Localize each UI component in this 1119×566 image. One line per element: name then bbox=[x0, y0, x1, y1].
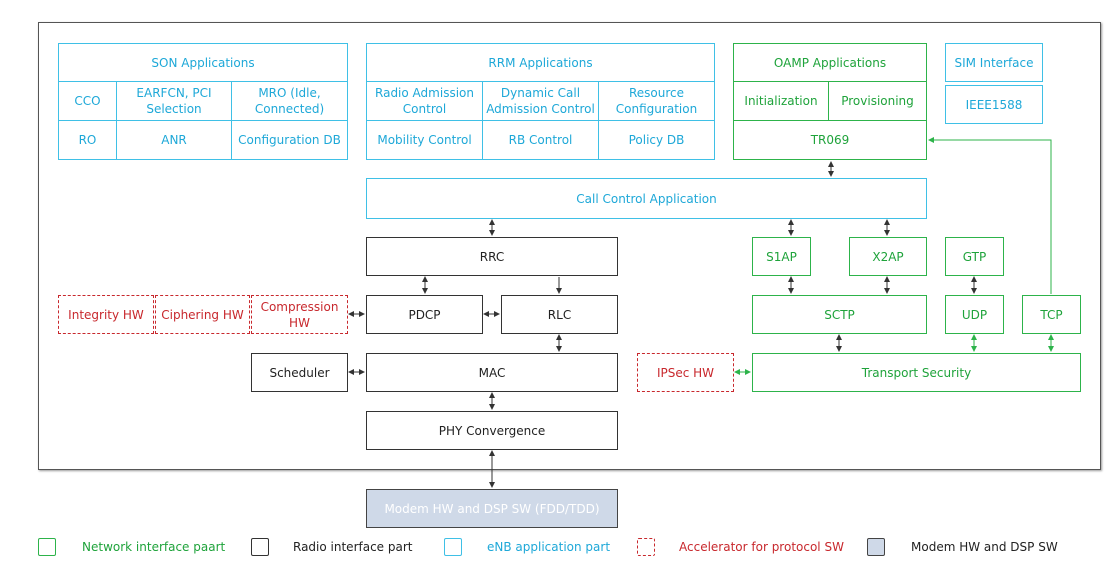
legend-accelerator-swatch bbox=[637, 538, 655, 556]
connector-arrows bbox=[348, 137, 1054, 488]
legend-network-label: Network interface paart bbox=[82, 540, 226, 554]
legend-modem-label: Modem HW and DSP SW bbox=[911, 540, 1058, 554]
legend-application-label: eNB application part bbox=[487, 540, 611, 554]
arrow-tcp-tr069 bbox=[928, 137, 1052, 294]
legend-modem-swatch bbox=[867, 538, 885, 556]
legend-radio-label: Radio interface part bbox=[293, 540, 413, 554]
legend-accelerator-label: Accelerator for protocol SW bbox=[679, 540, 844, 554]
legend-network-swatch bbox=[38, 538, 56, 556]
legend-radio-swatch bbox=[251, 538, 269, 556]
legend-application-swatch bbox=[444, 538, 462, 556]
